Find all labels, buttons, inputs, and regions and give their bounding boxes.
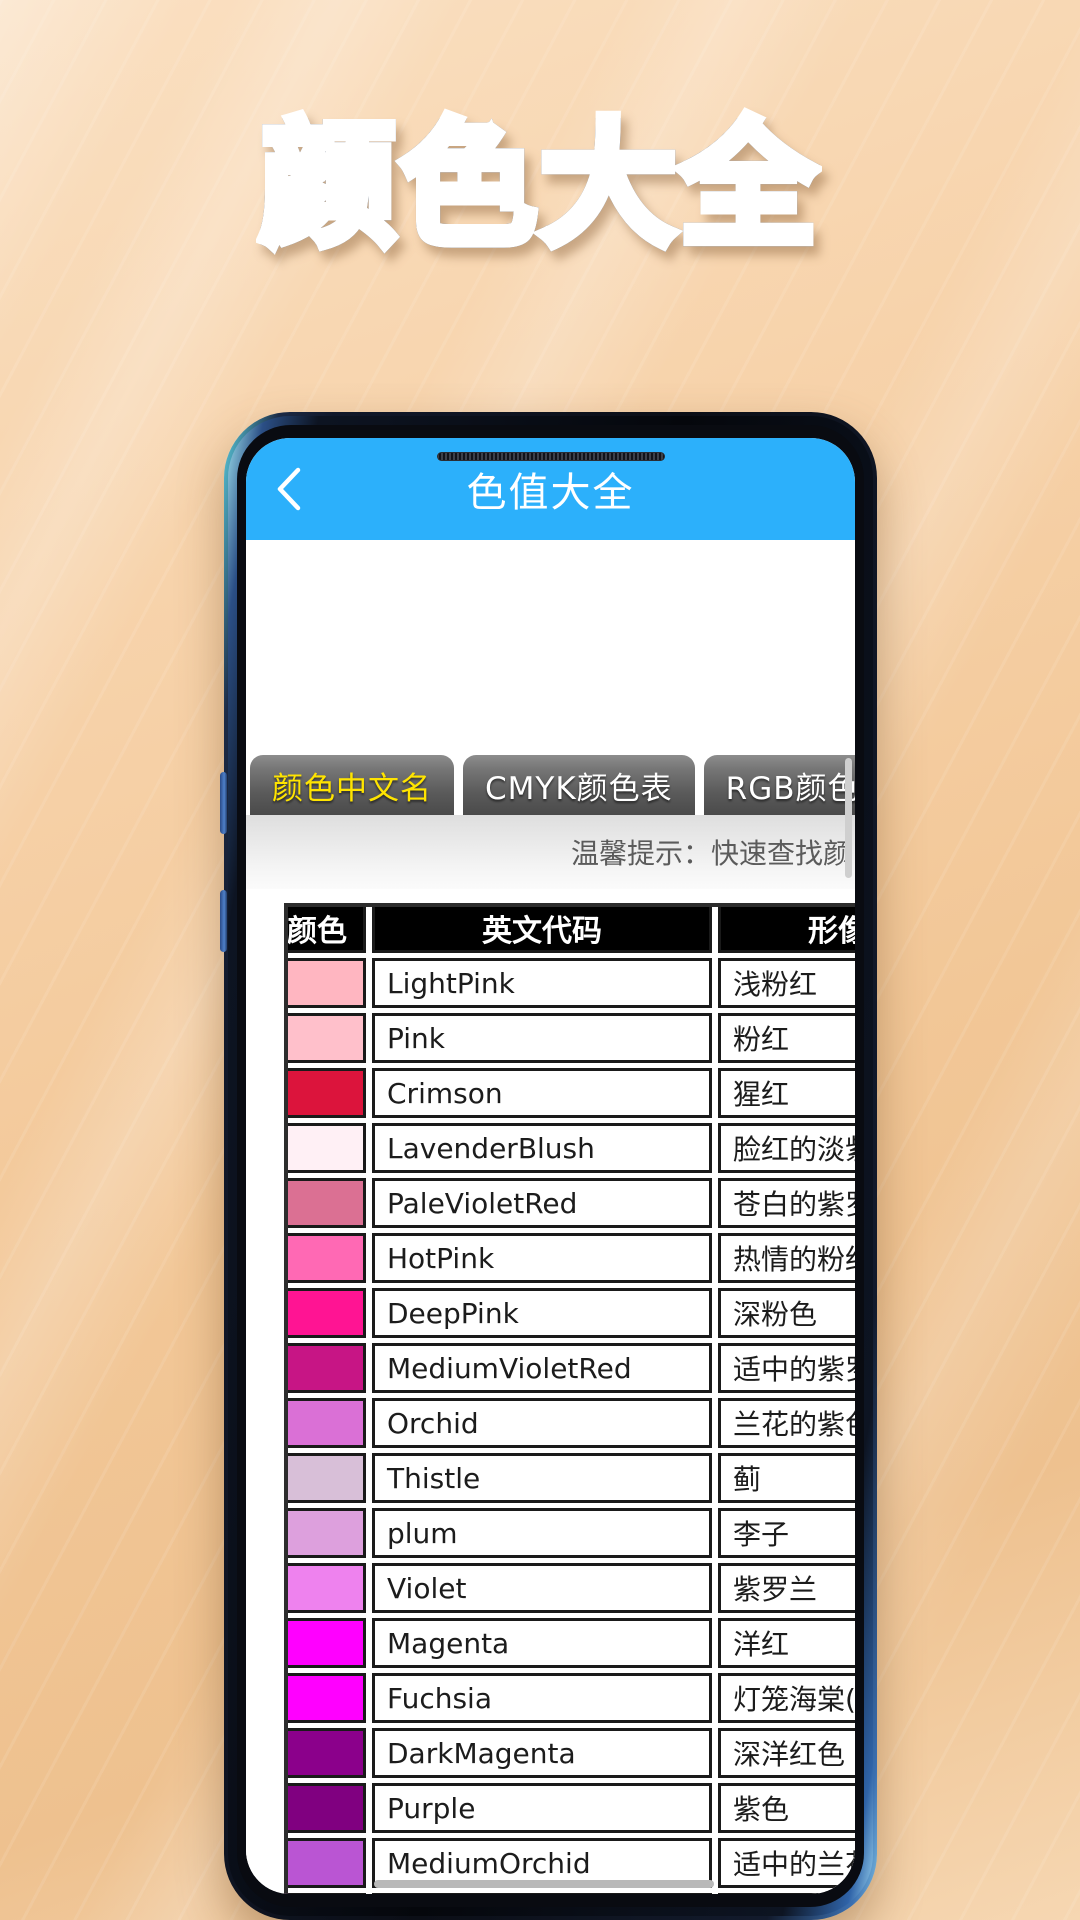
table-row[interactable]: Pink 粉红	[284, 1013, 855, 1063]
color-english-code: plum	[372, 1508, 712, 1558]
back-button[interactable]	[246, 438, 332, 540]
color-chinese-name	[718, 1893, 855, 1894]
color-chinese-name: 猩红	[718, 1068, 855, 1118]
volume-up-button[interactable]	[220, 772, 227, 834]
tab-bar: 颜色中文名CMYK颜色表RGB颜色表色阶板	[246, 747, 855, 815]
horizontal-scrollbar[interactable]	[374, 1880, 714, 1888]
color-chinese-name: 紫色	[718, 1783, 855, 1833]
color-chinese-name: 灯笼海棠(紫红色)	[718, 1673, 855, 1723]
color-english-code: DeepPink	[372, 1288, 712, 1338]
color-chinese-name: 适中的兰花紫	[718, 1838, 855, 1888]
table-row[interactable]: plum 李子	[284, 1508, 855, 1558]
color-swatch	[284, 1618, 366, 1668]
color-chinese-name: 兰花的紫色	[718, 1398, 855, 1448]
color-swatch	[284, 1563, 366, 1613]
table-row[interactable]: HotPink热情的粉红	[284, 1233, 855, 1283]
color-swatch	[284, 1893, 366, 1894]
color-chinese-name: 苍白的紫罗兰红色	[718, 1178, 855, 1228]
earpiece-speaker-icon	[436, 452, 665, 461]
color-chinese-name: 蓟	[718, 1453, 855, 1503]
color-swatch	[284, 1288, 366, 1338]
chevron-left-icon	[274, 465, 304, 513]
table-row[interactable]: Crimson 猩红	[284, 1068, 855, 1118]
tip-text: 温馨提示：快速查找颜	[570, 837, 851, 870]
table-row[interactable]: MediumVioletRed适中的紫罗兰红色	[284, 1343, 855, 1393]
phone-mockup: 色值大全 颜色中文名CMYK颜色表RGB颜色表色阶板 温馨提示：快速查找颜 颜色…	[220, 412, 877, 1920]
table-row[interactable]	[284, 1893, 855, 1894]
table-row[interactable]: DarkMagenta 深洋红色	[284, 1728, 855, 1778]
color-english-code: LightPink	[372, 958, 712, 1008]
table-row[interactable]: Thistle 蓟	[284, 1453, 855, 1503]
color-english-code: PaleVioletRed	[372, 1178, 712, 1228]
color-chinese-name: 李子	[718, 1508, 855, 1558]
color-swatch	[284, 1673, 366, 1723]
color-swatch	[284, 1178, 366, 1228]
color-swatch	[284, 1508, 366, 1558]
color-english-code: Fuchsia	[372, 1673, 712, 1723]
color-swatch	[284, 1343, 366, 1393]
table-row[interactable]: Fuchsia灯笼海棠(紫红色)	[284, 1673, 855, 1723]
color-swatch	[284, 1838, 366, 1888]
color-table-scroll-area[interactable]: 颜色英文代码形像颜色LightPink浅粉红Pink粉红Crimson猩红Lav…	[246, 889, 855, 1894]
table-row[interactable]: Magenta 洋红	[284, 1618, 855, 1668]
color-swatch	[284, 1453, 366, 1503]
color-swatch	[284, 958, 366, 1008]
color-english-code: Thistle	[372, 1453, 712, 1503]
color-english-code	[372, 1893, 712, 1894]
color-english-code: Purple	[372, 1783, 712, 1833]
color-swatch	[284, 1398, 366, 1448]
tab-1[interactable]: CMYK颜色表	[463, 755, 695, 815]
tab-label: CMYK颜色表	[485, 770, 673, 807]
color-english-code: Orchid	[372, 1398, 712, 1448]
table-header-row: 颜色英文代码形像颜色	[284, 903, 855, 953]
color-chinese-name: 深洋红色	[718, 1728, 855, 1778]
color-swatch	[284, 1123, 366, 1173]
banner-title: 颜色大全	[255, 107, 821, 265]
app-title: 色值大全	[466, 470, 635, 516]
color-english-code: MediumVioletRed	[372, 1343, 712, 1393]
color-english-code: Violet	[372, 1563, 712, 1613]
vertical-scrollbar[interactable]	[845, 758, 852, 878]
color-chinese-name: 脸红的淡紫色	[718, 1123, 855, 1173]
volume-down-button[interactable]	[220, 890, 227, 952]
color-chinese-name: 洋红	[718, 1618, 855, 1668]
table-header-cell: 颜色	[284, 903, 366, 953]
tab-label: RGB颜色表	[725, 770, 855, 807]
tab-0[interactable]: 颜色中文名	[250, 755, 454, 815]
promo-banner: 颜色大全	[0, 107, 1080, 265]
table-header-cell: 英文代码	[372, 903, 712, 953]
table-row[interactable]: Violet 紫罗兰	[284, 1563, 855, 1613]
color-chinese-name: 热情的粉红	[718, 1233, 855, 1283]
color-english-code: Magenta	[372, 1618, 712, 1668]
color-chinese-name: 粉红	[718, 1013, 855, 1063]
color-swatch	[284, 1068, 366, 1118]
table-row[interactable]: DeepPink 深粉色	[284, 1288, 855, 1338]
color-english-code: HotPink	[372, 1233, 712, 1283]
color-english-code: LavenderBlush	[372, 1123, 712, 1173]
color-chinese-name: 浅粉红	[718, 958, 855, 1008]
table-row[interactable]: LightPink 浅粉红	[284, 958, 855, 1008]
phone-screen: 色值大全 颜色中文名CMYK颜色表RGB颜色表色阶板 温馨提示：快速查找颜 颜色…	[246, 438, 855, 1894]
table-row[interactable]: Orchid兰花的紫色	[284, 1398, 855, 1448]
tab-2[interactable]: RGB颜色表	[703, 755, 855, 815]
color-chinese-name: 适中的紫罗兰红色	[718, 1343, 855, 1393]
color-english-code: Crimson	[372, 1068, 712, 1118]
color-english-code: DarkMagenta	[372, 1728, 712, 1778]
color-table: 颜色英文代码形像颜色LightPink浅粉红Pink粉红Crimson猩红Lav…	[284, 903, 855, 1894]
color-swatch	[284, 1728, 366, 1778]
table-header-cell: 形像颜色	[718, 903, 855, 953]
color-chinese-name: 紫罗兰	[718, 1563, 855, 1613]
color-swatch	[284, 1783, 366, 1833]
tab-label: 颜色中文名	[272, 770, 432, 807]
color-swatch	[284, 1233, 366, 1283]
table-row[interactable]: Purple 紫色	[284, 1783, 855, 1833]
color-chinese-name: 深粉色	[718, 1288, 855, 1338]
tip-strip: 温馨提示：快速查找颜	[246, 815, 855, 889]
color-swatch	[284, 1013, 366, 1063]
table-row[interactable]: PaleVioletRed苍白的紫罗兰红色	[284, 1178, 855, 1228]
table-row[interactable]: LavenderBlush脸红的淡紫色	[284, 1123, 855, 1173]
ad-placeholder-area	[246, 540, 855, 747]
color-english-code: Pink	[372, 1013, 712, 1063]
